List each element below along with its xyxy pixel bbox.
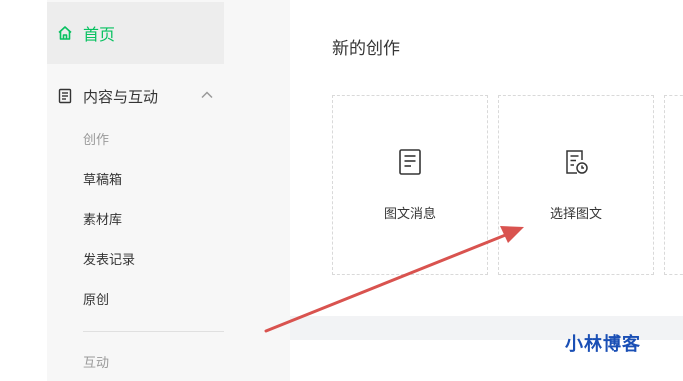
chevron-up-icon[interactable]: [200, 88, 214, 102]
sidebar-group-content[interactable]: 内容与互动: [47, 78, 224, 114]
sidebar-item-materials[interactable]: 素材库: [83, 211, 122, 231]
sidebar-item-create[interactable]: 创作: [83, 131, 109, 151]
main-content: 新的创作 图文消息 选择图文: [290, 0, 683, 381]
sidebar: 首页 内容与互动 创作 草稿箱 素材库 发表记录 原创 互动: [47, 0, 290, 381]
more-card-partial[interactable]: [664, 95, 683, 275]
card-label: 图文消息: [383, 207, 436, 222]
home-icon: [57, 25, 73, 41]
watermark-text: 小林博客: [565, 334, 641, 355]
left-gutter: [0, 0, 47, 381]
sidebar-group-label: 内容与互动: [83, 87, 159, 106]
create-article-card[interactable]: 图文消息: [332, 95, 488, 275]
sidebar-item-home[interactable]: 首页: [47, 2, 224, 64]
select-article-card[interactable]: 选择图文: [498, 95, 654, 275]
document-icon: [397, 148, 423, 176]
sidebar-item-original[interactable]: 原创: [83, 291, 109, 311]
sidebar-item-label: 首页: [83, 25, 116, 44]
document-clock-icon: [563, 148, 589, 176]
sidebar-item-publish-records[interactable]: 发表记录: [83, 251, 135, 271]
document-icon: [57, 88, 73, 104]
card-label: 选择图文: [549, 207, 602, 222]
page-title: 新的创作: [332, 39, 400, 59]
sidebar-section-interaction[interactable]: 互动: [83, 352, 109, 371]
sidebar-item-drafts[interactable]: 草稿箱: [83, 171, 122, 191]
sidebar-divider: [83, 331, 224, 332]
